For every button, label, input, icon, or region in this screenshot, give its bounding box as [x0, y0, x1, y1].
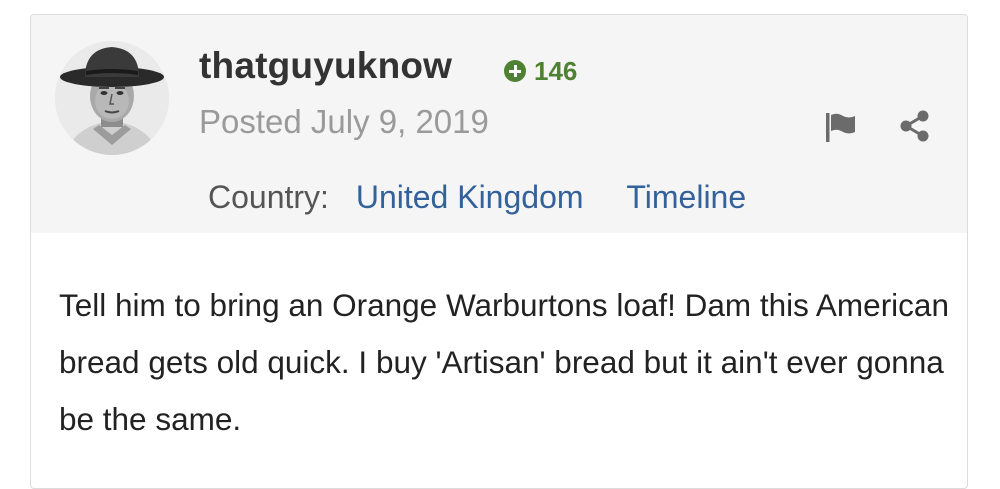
- reputation-badge[interactable]: 146: [504, 55, 578, 86]
- country-link[interactable]: United Kingdom: [356, 179, 584, 215]
- cowboy-portrait-avatar: [55, 41, 169, 155]
- author-info-row: Country: United Kingdom Timeline: [208, 179, 746, 216]
- post-body: Tell him to bring an Orange Warburtons l…: [59, 287, 949, 437]
- flag-icon[interactable]: [823, 110, 857, 144]
- author-name-link[interactable]: thatguyuknow: [199, 45, 452, 87]
- share-icon[interactable]: [897, 109, 931, 143]
- timeline-link[interactable]: Timeline: [626, 179, 746, 215]
- avatar[interactable]: [55, 41, 169, 155]
- posted-date: Posted July 9, 2019: [199, 103, 489, 140]
- reputation-count: 146: [534, 55, 578, 86]
- country-label: Country:: [208, 179, 329, 215]
- forum-post: thatguyuknow 146 Posted July 9, 2019 Cou…: [30, 14, 968, 489]
- post-header: thatguyuknow 146 Posted July 9, 2019 Cou…: [31, 15, 967, 233]
- plus-circle-icon: [504, 60, 526, 82]
